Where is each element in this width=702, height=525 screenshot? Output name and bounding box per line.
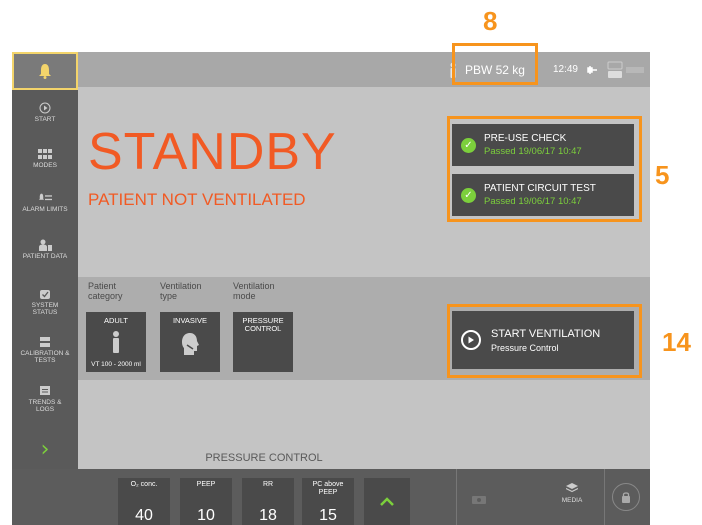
sidebar-item-patient-data[interactable]: PATIENT DATA xyxy=(12,239,78,260)
media-button[interactable]: MEDIA xyxy=(547,483,597,504)
callout-box-pbw xyxy=(452,43,538,85)
current-mode-label: PRESSURE CONTROL xyxy=(205,452,323,464)
ventilation-type-tile[interactable]: INVASIVE xyxy=(160,312,220,372)
bell-icon xyxy=(39,64,51,79)
plug-icon xyxy=(587,65,597,74)
patient-category-tile[interactable]: ADULT VT 100 - 2000 ml xyxy=(86,312,146,372)
param-o2[interactable]: O₂ conc. 40 xyxy=(118,478,170,525)
lock-icon xyxy=(622,492,630,503)
camera-icon[interactable] xyxy=(472,494,486,504)
vent-type-label: Ventilation type xyxy=(160,281,202,302)
screen-lock-button[interactable] xyxy=(612,483,640,511)
standby-title: STANDBY xyxy=(88,123,337,181)
patient-icon xyxy=(38,239,52,251)
param-pc-above-peep[interactable]: PC above PEEP 15 xyxy=(302,478,354,525)
calibration-icon xyxy=(38,336,52,347)
callout-14: 14 xyxy=(662,327,691,357)
sidebar-item-label: PATIENT DATA xyxy=(22,253,68,260)
callout-5: 5 xyxy=(655,160,670,190)
play-circle-icon xyxy=(38,102,52,113)
vent-type-value: INVASIVE xyxy=(172,316,208,325)
sidebar-item-modes[interactable]: MODES xyxy=(12,148,78,169)
chevron-up-icon xyxy=(380,497,394,506)
vent-mode-label: Ventilation mode xyxy=(233,281,275,302)
layers-icon xyxy=(565,483,579,493)
sidebar-item-start[interactable]: START xyxy=(12,102,78,123)
intubated-head-icon xyxy=(182,333,199,356)
divider xyxy=(604,469,605,525)
top-bar: PBW 52 kg 12:49 xyxy=(78,52,650,87)
sidebar-item-trends[interactable]: TRENDS & LOGS xyxy=(12,385,78,413)
callout-8: 8 xyxy=(483,6,498,36)
expand-params-button[interactable] xyxy=(364,478,410,525)
tidal-volume-range: VT 100 - 2000 ml xyxy=(91,360,141,368)
sidebar-item-label: ALARM LIMITS xyxy=(22,206,68,213)
category-value: ADULT xyxy=(103,316,129,325)
media-label: MEDIA xyxy=(561,497,583,504)
clock-time: 12:49 xyxy=(552,64,578,75)
sidebar: START MODES ALARM LIMITS PATIENT DATA SY… xyxy=(12,52,78,469)
category-label: Patient category xyxy=(88,281,123,302)
param-peep[interactable]: PEEP 10 xyxy=(180,478,232,525)
divider xyxy=(456,469,457,525)
alarm-button[interactable] xyxy=(12,52,78,90)
grid-icon xyxy=(38,148,52,159)
sidebar-item-label: TRENDS & LOGS xyxy=(28,399,62,414)
sidebar-item-label: MODES xyxy=(33,162,57,169)
callout-box-start xyxy=(447,304,642,378)
sidebar-item-label: CALIBRATION & TESTS xyxy=(20,350,70,365)
ventilation-mode-tile[interactable]: PRESSURE CONTROL xyxy=(233,312,293,372)
param-rr[interactable]: RR 18 xyxy=(242,478,294,525)
system-status-icon xyxy=(38,288,52,299)
patient-not-ventilated: PATIENT NOT VENTILATED xyxy=(88,190,306,209)
adult-icon xyxy=(113,331,119,354)
sidebar-item-label: START xyxy=(34,116,56,123)
sidebar-item-calibration[interactable]: CALIBRATION & TESTS xyxy=(12,336,78,364)
sidebar-next-arrow[interactable]: › xyxy=(12,430,78,469)
sidebar-item-system-status[interactable]: SYSTEM STATUS xyxy=(12,288,78,316)
vent-mode-value: PRESSURE CONTROL xyxy=(242,316,284,334)
sidebar-item-label: SYSTEM STATUS xyxy=(31,302,59,317)
alarm-limits-icon xyxy=(38,192,52,203)
trends-icon xyxy=(38,385,52,396)
callout-box-checks xyxy=(447,116,642,222)
battery-icon xyxy=(607,61,644,78)
bottom-bar: O₂ conc. 40 PEEP 10 RR 18 PC above PEEP … xyxy=(12,469,650,525)
sidebar-item-alarm-limits[interactable]: ALARM LIMITS xyxy=(12,192,78,213)
